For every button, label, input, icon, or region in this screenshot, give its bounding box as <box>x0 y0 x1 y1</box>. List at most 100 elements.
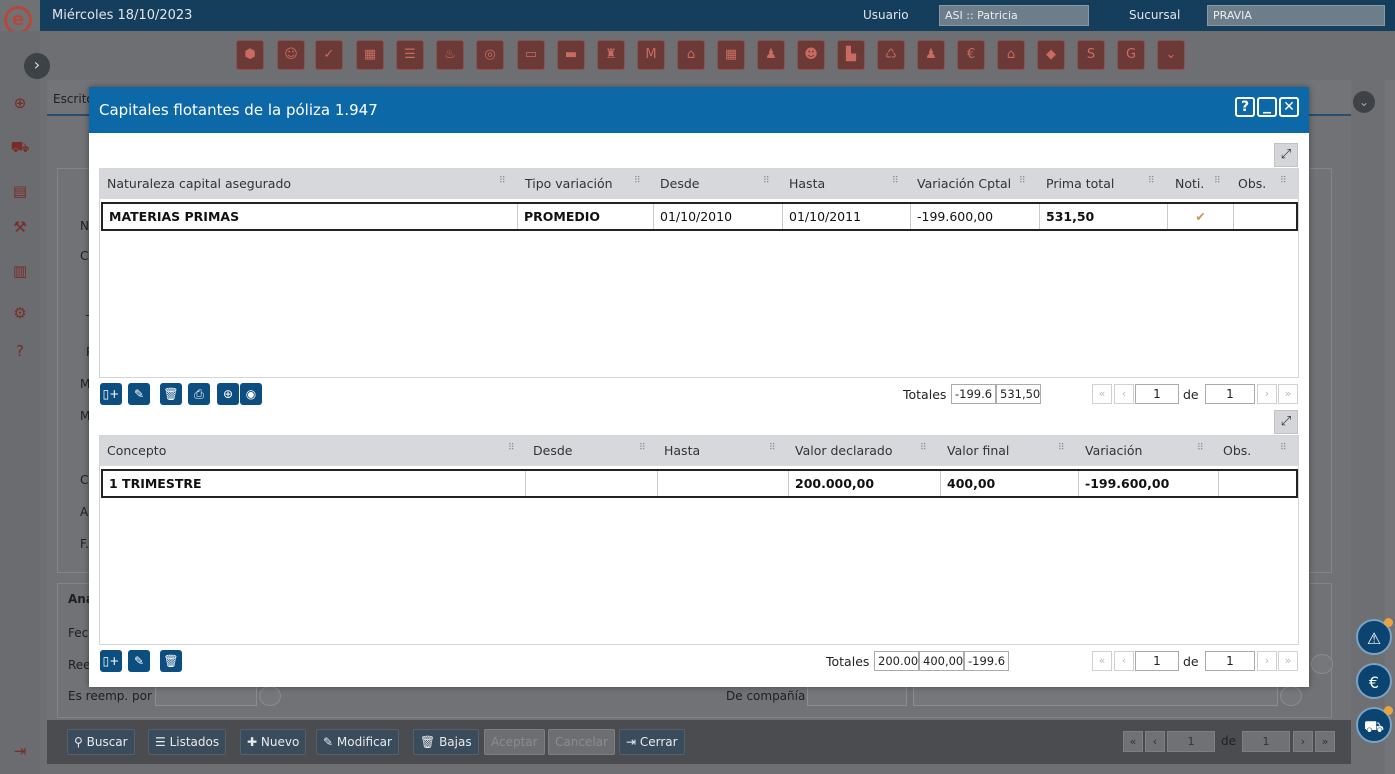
col-header-to[interactable]: Hasta <box>782 169 825 199</box>
next-page-button[interactable]: › <box>1257 384 1277 404</box>
chevron-down-icon[interactable]: ⌄ <box>1157 40 1185 70</box>
page-input[interactable]: 1 <box>1135 651 1179 671</box>
print-icon[interactable]: ⎙ <box>188 383 210 405</box>
add-circle-icon[interactable]: ⊕ <box>217 383 239 405</box>
home-euro-icon[interactable]: ⌂ <box>997 40 1025 70</box>
gear-icon[interactable]: ⚙ <box>10 303 30 323</box>
col-header-declared-value[interactable]: Valor declarado <box>788 436 893 466</box>
euro-float-icon[interactable]: € <box>1356 663 1392 699</box>
background-tab[interactable]: Escrito <box>53 92 94 106</box>
page-input[interactable]: 1 <box>1135 384 1179 404</box>
col-header-capital-variation[interactable]: Variación Cptal <box>910 169 1011 199</box>
briefcase-icon[interactable]: ▬ <box>557 40 585 70</box>
cart-icon[interactable]: ⛟ <box>10 137 30 157</box>
col-grip-icon[interactable]: ⠿ <box>763 177 771 190</box>
col-header-variation[interactable]: Variación <box>1078 436 1142 466</box>
home-doc-icon[interactable]: ⌂ <box>677 40 705 70</box>
documents-icon[interactable]: ▤ <box>10 181 30 201</box>
table-row[interactable]: 1 TRIMESTRE 200.000,00 400,00 -199.600,0… <box>101 469 1298 498</box>
col-grip-icon[interactable]: ⠿ <box>892 177 900 190</box>
col-header-nature[interactable]: Naturaleza capital asegurado <box>100 169 291 199</box>
person-icon[interactable]: ♟ <box>757 40 785 70</box>
close-button[interactable]: ⇥ Cerrar <box>619 729 685 755</box>
m-icon[interactable]: M <box>637 40 665 70</box>
alert-icon[interactable]: ⚠ <box>1356 618 1393 655</box>
trash-icon[interactable]: 🗑 <box>160 650 182 672</box>
col-grip-icon[interactable]: ⠿ <box>1280 177 1288 190</box>
col-grip-icon[interactable]: ⠿ <box>639 444 647 457</box>
last-page-button[interactable]: » <box>1278 651 1298 671</box>
trash-icon[interactable]: 🗑 <box>160 383 182 405</box>
building-icon[interactable]: ▦ <box>717 40 745 70</box>
expand-grid2-icon[interactable]: ⤢ <box>1274 410 1298 434</box>
col-header-from[interactable]: Desde <box>653 169 699 199</box>
accept-button[interactable]: Aceptar <box>484 729 545 755</box>
sidebar-expand-icon[interactable]: › <box>24 53 50 79</box>
add-circle-icon[interactable]: ⊕ <box>10 93 30 113</box>
list-button[interactable]: ☰ Listados <box>148 729 227 755</box>
company-list-icon[interactable] <box>1280 686 1302 706</box>
recycle-icon[interactable]: ♺ <box>877 40 905 70</box>
bg-last-page-button[interactable]: » <box>1315 731 1335 752</box>
g-icon[interactable]: G <box>1117 40 1145 70</box>
delete-button[interactable]: 🗑 Bajas <box>413 729 479 755</box>
replaced-by-input[interactable] <box>155 686 257 706</box>
bg-next-page-button[interactable]: › <box>1293 731 1313 752</box>
money-icon[interactable]: ▭ <box>517 40 545 70</box>
euro-icon[interactable]: € <box>957 40 985 70</box>
collapse-circle-icon[interactable]: ⌄ <box>1353 91 1375 113</box>
logout-icon[interactable]: ⇥ <box>10 741 30 761</box>
search-button[interactable]: ⚲ Buscar <box>67 729 135 755</box>
bg-page-input[interactable]: 1 <box>1167 731 1215 752</box>
col-grip-icon[interactable]: ⠿ <box>920 444 928 457</box>
branch-field[interactable]: PRAVIA <box>1207 5 1385 26</box>
tools-icon[interactable]: ⚒ <box>10 217 30 237</box>
help-icon[interactable]: ? <box>10 341 30 361</box>
prev-page-button[interactable]: ‹ <box>1114 651 1134 671</box>
col-header-final-value[interactable]: Valor final <box>940 436 1009 466</box>
next-page-button[interactable]: › <box>1257 651 1277 671</box>
prev-page-button[interactable]: ‹ <box>1114 384 1134 404</box>
new-button[interactable]: ✚ Nuevo <box>240 729 307 755</box>
view-eye-icon[interactable] <box>259 686 281 706</box>
col-header-concept[interactable]: Concepto <box>100 436 166 466</box>
col-grip-icon[interactable]: ⠿ <box>1280 444 1288 457</box>
bg-prev-page-button[interactable]: ‹ <box>1145 731 1165 752</box>
col-header-total-premium[interactable]: Prima total <box>1039 169 1114 199</box>
user-question-icon[interactable]: ☺ <box>277 40 305 70</box>
company-name-input[interactable] <box>913 686 1278 706</box>
cancel-button[interactable]: Cancelar <box>548 729 615 755</box>
chart-icon[interactable]: ▥ <box>10 261 30 281</box>
user-field[interactable]: ASI :: Patricia <box>939 5 1089 26</box>
list-icon[interactable]: ☰ <box>396 40 424 70</box>
help-icon[interactable]: ? <box>1235 97 1255 117</box>
new-document-icon[interactable]: ▯+ <box>100 383 122 405</box>
gem-icon[interactable]: ◆ <box>1037 40 1065 70</box>
cart-float-icon[interactable]: ⛟ <box>1356 706 1393 743</box>
city-icon[interactable]: ▙ <box>837 40 865 70</box>
bg-first-page-button[interactable]: « <box>1123 731 1143 752</box>
col-header-notified[interactable]: Noti. <box>1168 169 1204 199</box>
eye-icon[interactable]: ◉ <box>240 383 262 405</box>
minimize-icon[interactable]: ▁ <box>1257 97 1277 117</box>
table-row[interactable]: MATERIAS PRIMAS PROMEDIO 01/10/2010 01/1… <box>101 202 1298 231</box>
document-icon[interactable]: ▦ <box>356 40 384 70</box>
col-grip-icon[interactable]: ⠿ <box>508 444 516 457</box>
cube-icon[interactable]: ⬢ <box>236 40 264 70</box>
first-page-button[interactable]: « <box>1092 384 1112 404</box>
col-grip-icon[interactable]: ⠿ <box>1019 177 1027 190</box>
company-code-input[interactable] <box>807 686 907 706</box>
col-grip-icon[interactable]: ⠿ <box>1148 177 1156 190</box>
new-document-icon[interactable]: ▯+ <box>100 650 122 672</box>
group-icon[interactable]: ☻ <box>797 40 825 70</box>
col-header-observations[interactable]: Obs. <box>1216 436 1251 466</box>
last-page-button[interactable]: » <box>1278 384 1298 404</box>
first-page-button[interactable]: « <box>1092 651 1112 671</box>
col-grip-icon[interactable]: ⠿ <box>634 177 642 190</box>
target-icon[interactable]: ◎ <box>476 40 504 70</box>
fire-icon[interactable]: ♨ <box>436 40 464 70</box>
col-header-observations[interactable]: Obs. <box>1231 169 1266 199</box>
s-icon[interactable]: S <box>1077 40 1105 70</box>
bag-icon[interactable]: ♜ <box>597 40 625 70</box>
modify-button[interactable]: ✎ Modificar <box>316 729 399 755</box>
